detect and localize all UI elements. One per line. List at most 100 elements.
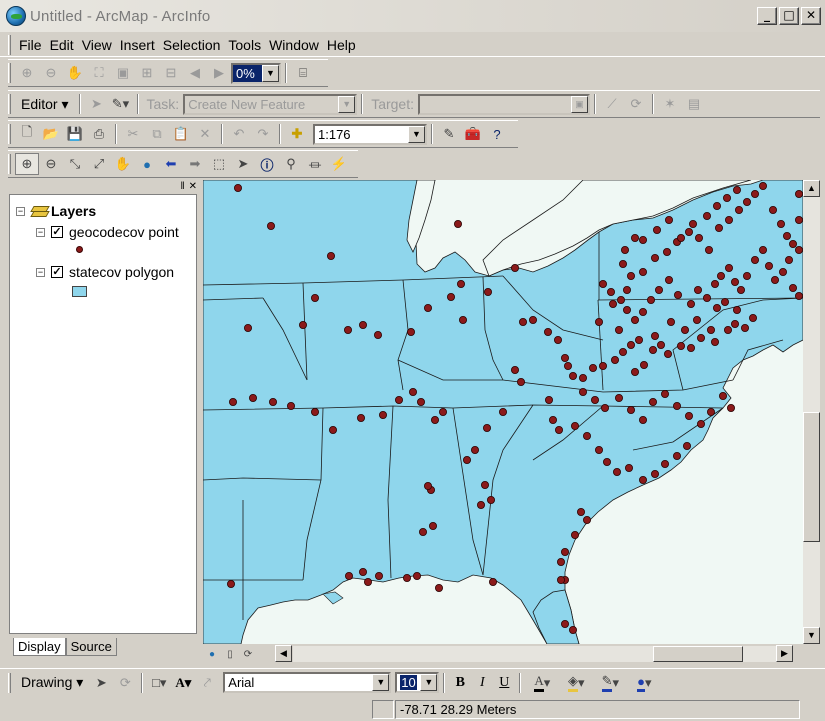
- fill-color-icon[interactable]: ◈ ▾: [559, 672, 593, 694]
- close-icon[interactable]: ✕: [189, 181, 197, 192]
- font-color-icon[interactable]: A ▾: [525, 672, 559, 694]
- refresh-icon[interactable]: ⟳: [239, 643, 257, 665]
- zoom-percent-combo[interactable]: 0% ▼: [231, 62, 281, 84]
- edit-vertices-icon[interactable]: ⤤: [195, 672, 219, 694]
- point-symbol[interactable]: [76, 246, 83, 253]
- next-extent-icon[interactable]: ▶: [207, 62, 231, 84]
- chevron-down-icon[interactable]: ▣: [571, 95, 588, 113]
- chevron-down-icon[interactable]: ▼: [262, 64, 279, 82]
- vertical-scrollbar[interactable]: ▲ ▼: [803, 180, 820, 644]
- whats-this-icon[interactable]: ?: [485, 123, 509, 145]
- chevron-down-icon[interactable]: ▼: [338, 95, 356, 113]
- save-icon[interactable]: 💾: [63, 123, 87, 145]
- menu-edit[interactable]: Edit: [46, 37, 78, 53]
- print-icon[interactable]: ⎙: [87, 123, 111, 145]
- layout-view-icon[interactable]: ▯: [221, 643, 239, 665]
- toggle-draft-mode-icon[interactable]: ⌸: [291, 62, 315, 84]
- attributes-icon[interactable]: ▤: [682, 93, 706, 115]
- zoom-whole-page-icon[interactable]: ⛶: [87, 62, 111, 84]
- identify-icon[interactable]: ⓘ: [255, 153, 279, 175]
- underline-button[interactable]: U: [493, 675, 515, 691]
- undo-icon[interactable]: ↶: [227, 123, 251, 145]
- select-elements-icon[interactable]: ➤: [89, 672, 113, 694]
- menu-file[interactable]: File: [15, 37, 46, 53]
- split-tool-icon[interactable]: ⟋: [600, 93, 624, 115]
- zoom-in-page-icon[interactable]: ⊕: [15, 62, 39, 84]
- collapse-icon[interactable]: −: [36, 227, 45, 237]
- menu-help[interactable]: Help: [323, 37, 360, 53]
- cut-icon[interactable]: ✂: [121, 123, 145, 145]
- select-elements-icon[interactable]: ➤: [231, 153, 255, 175]
- scroll-left-icon[interactable]: ◀: [275, 645, 292, 662]
- copy-icon[interactable]: ⧉: [145, 123, 169, 145]
- maximize-button[interactable]: □: [779, 7, 799, 25]
- drawing-menu-button[interactable]: Drawing ▾: [15, 674, 89, 691]
- arctoolbox-icon[interactable]: 🧰: [461, 123, 485, 145]
- minimize-button[interactable]: _: [757, 7, 777, 25]
- collapse-icon[interactable]: −: [36, 267, 45, 277]
- tab-display[interactable]: Display: [13, 638, 66, 656]
- scroll-up-icon[interactable]: ▲: [803, 180, 820, 197]
- map-display[interactable]: [203, 180, 803, 644]
- menu-selection[interactable]: Selection: [159, 37, 225, 53]
- text-tool-icon[interactable]: A ▾: [171, 672, 195, 694]
- chevron-down-icon[interactable]: ▼: [408, 125, 425, 143]
- open-icon[interactable]: 📂: [39, 123, 63, 145]
- toolbar-grip[interactable]: [8, 672, 11, 693]
- pin-icon[interactable]: ‖: [180, 181, 184, 192]
- italic-button[interactable]: I: [471, 675, 493, 691]
- toolbar-grip[interactable]: [8, 124, 11, 144]
- forward-extent-icon[interactable]: ➡: [183, 153, 207, 175]
- toolbar-grip[interactable]: [8, 154, 11, 174]
- editor-menu-button[interactable]: Editor ▾: [15, 96, 75, 113]
- pan-page-icon[interactable]: ✋: [63, 62, 87, 84]
- task-combo[interactable]: Create New Feature ▼: [183, 93, 358, 115]
- zoom-out-icon[interactable]: ⊖: [39, 153, 63, 175]
- tab-source[interactable]: Source: [65, 638, 117, 656]
- sketch-properties-icon[interactable]: ✶: [658, 93, 682, 115]
- marker-color-icon[interactable]: ● ▾: [627, 672, 661, 694]
- menu-window[interactable]: Window: [265, 37, 323, 53]
- full-extent-globe-icon[interactable]: ●: [135, 153, 159, 175]
- horizontal-scroll-track[interactable]: ◀ ▶: [275, 645, 793, 662]
- layer-visibility-checkbox[interactable]: ✓: [51, 266, 63, 278]
- rectangle-tool-icon[interactable]: □▾: [147, 672, 171, 694]
- font-name-combo[interactable]: Arial ▼: [223, 672, 392, 693]
- menu-tools[interactable]: Tools: [224, 37, 265, 53]
- chevron-down-icon[interactable]: ▼: [372, 674, 390, 691]
- paste-icon[interactable]: 📋: [169, 123, 193, 145]
- back-extent-icon[interactable]: ⬅: [159, 153, 183, 175]
- zoom-out-page-icon[interactable]: ⊖: [39, 62, 63, 84]
- horizontal-scroll-thumb[interactable]: [653, 646, 743, 662]
- toc-data-frame[interactable]: − Layers: [16, 203, 96, 219]
- rotate-icon[interactable]: ⟳: [113, 672, 137, 694]
- delete-icon[interactable]: ✕: [193, 123, 217, 145]
- target-combo[interactable]: ▣: [418, 93, 590, 115]
- toc-layer-geocodecov[interactable]: − ✓ geocodecov point: [36, 224, 179, 240]
- edit-tool-icon[interactable]: ➤: [85, 93, 109, 115]
- hyperlink-icon[interactable]: ⚡: [327, 153, 351, 175]
- menu-view[interactable]: View: [78, 37, 116, 53]
- bold-button[interactable]: B: [449, 675, 471, 691]
- menu-insert[interactable]: Insert: [116, 37, 159, 53]
- polygon-symbol[interactable]: [72, 286, 87, 297]
- fixed-zoom-out-icon[interactable]: ⊟: [159, 62, 183, 84]
- map-canvas[interactable]: [203, 180, 803, 644]
- fixed-zoom-out-icon[interactable]: ⤢: [87, 153, 111, 175]
- find-icon[interactable]: ⚲: [279, 153, 303, 175]
- scroll-right-icon[interactable]: ▶: [776, 645, 793, 662]
- font-size-combo[interactable]: 10 ▼: [395, 672, 440, 693]
- fixed-zoom-in-icon[interactable]: ⊞: [135, 62, 159, 84]
- editor-toolbar-icon[interactable]: ✎: [437, 123, 461, 145]
- scroll-down-icon[interactable]: ▼: [803, 627, 820, 644]
- redo-icon[interactable]: ↷: [251, 123, 275, 145]
- zoom-in-icon[interactable]: ⊕: [15, 153, 39, 175]
- close-button[interactable]: ✕: [801, 7, 821, 25]
- toolbar-grip[interactable]: [8, 63, 11, 83]
- data-view-icon[interactable]: ●: [203, 643, 221, 665]
- line-color-icon[interactable]: ✎ ▾: [593, 672, 627, 694]
- rotate-tool-icon[interactable]: ⟳: [624, 93, 648, 115]
- toolbar-grip[interactable]: [8, 34, 11, 55]
- pan-icon[interactable]: ✋: [111, 153, 135, 175]
- map-scale-combo[interactable]: 1:176 ▼: [313, 123, 427, 145]
